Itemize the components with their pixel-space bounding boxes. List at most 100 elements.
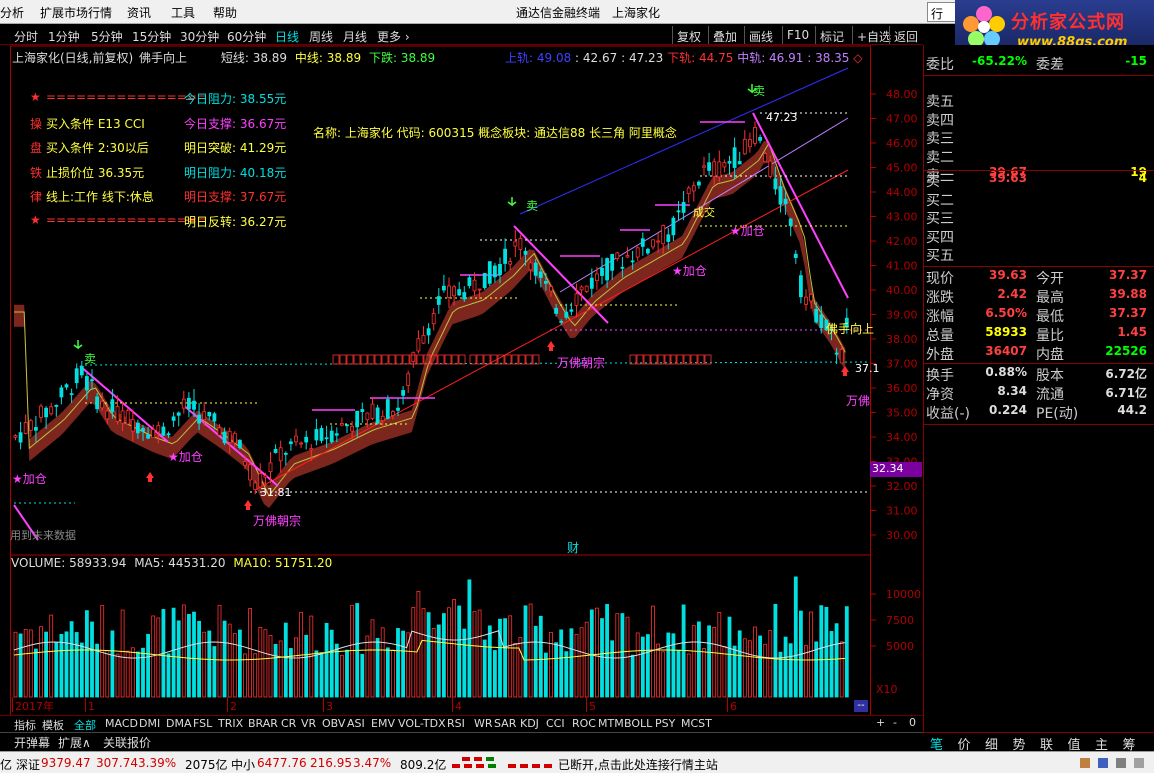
candle-body bbox=[793, 253, 798, 259]
menu-tools[interactable]: 工具 bbox=[171, 4, 195, 21]
zoom-reset-button[interactable]: 0 bbox=[909, 716, 916, 729]
period-tab-30min[interactable]: 30分钟 bbox=[180, 28, 219, 45]
back-button[interactable]: 返回 bbox=[889, 26, 922, 44]
buy-level-label: 买三 bbox=[926, 211, 954, 227]
connection-status[interactable]: 已断开,点击此处连接行情主站 bbox=[558, 756, 718, 773]
f10-button[interactable]: F10 bbox=[782, 26, 813, 44]
candle-body bbox=[355, 410, 360, 428]
candle-body bbox=[513, 241, 518, 247]
indicator-tab-rsi[interactable]: RSI bbox=[447, 717, 465, 730]
quote-mode-button[interactable]: 行情 bbox=[927, 2, 957, 38]
indicator-tab-指标[interactable]: 指标 bbox=[14, 717, 36, 733]
smallcap-change: 216.95 bbox=[310, 756, 352, 770]
indicator-tab-模板[interactable]: 模板 bbox=[42, 717, 64, 733]
indicator-tab-cr[interactable]: CR bbox=[281, 717, 296, 730]
candle-body bbox=[727, 161, 732, 164]
volume-bar bbox=[554, 642, 558, 698]
indicator-tab-brar[interactable]: BRAR bbox=[248, 717, 278, 730]
period-tab-daily[interactable]: 日线 bbox=[275, 28, 299, 45]
shenzhen-label: 深证 bbox=[16, 758, 41, 772]
menu-extended-market[interactable]: 扩展市场行情 bbox=[40, 4, 112, 21]
mark-button[interactable]: 标记 bbox=[815, 26, 848, 44]
stat-value: 44.2 bbox=[1117, 403, 1147, 417]
indicator-tab-obv[interactable]: OBV bbox=[322, 717, 345, 730]
period-tab-1min[interactable]: 1分钟 bbox=[48, 28, 80, 45]
period-tab-more[interactable]: 更多 › bbox=[377, 28, 410, 45]
indicator-tab-psy[interactable]: PSY bbox=[655, 717, 675, 730]
candle-body bbox=[401, 390, 406, 396]
indicator-tab-asi[interactable]: ASI bbox=[347, 717, 365, 730]
indicator-tab-dma[interactable]: DMA bbox=[166, 717, 192, 730]
indicator-tab-vol-tdx[interactable]: VOL-TDX bbox=[398, 717, 446, 730]
today-support: 今日支撑: 36.67元 bbox=[184, 116, 287, 131]
candle-body bbox=[676, 210, 681, 213]
volume-bar bbox=[457, 605, 462, 698]
candle-body bbox=[508, 261, 513, 265]
indicator-tab-sar[interactable]: SAR bbox=[494, 717, 516, 730]
candle-body bbox=[23, 422, 28, 434]
period-tab-15min[interactable]: 15分钟 bbox=[132, 28, 171, 45]
signal-box bbox=[395, 354, 403, 365]
zoom-out-button[interactable]: - bbox=[893, 716, 897, 729]
star-icon: ★ bbox=[30, 212, 41, 227]
volume-bar bbox=[595, 607, 599, 698]
volume-bar bbox=[253, 653, 258, 698]
mid-rail-value: 中轨: 46.91 bbox=[737, 51, 804, 65]
volume-bar bbox=[421, 608, 426, 698]
stat-value: 2.42 bbox=[997, 287, 1027, 301]
indicator-tab-全部[interactable]: 全部 bbox=[74, 717, 96, 733]
price-tick-label: 46.00 bbox=[886, 137, 918, 150]
period-tab-weekly[interactable]: 周线 bbox=[309, 28, 333, 45]
volume-bar bbox=[115, 653, 120, 698]
menu-analysis[interactable]: 分析 bbox=[0, 4, 24, 21]
info-icon-1: 操 bbox=[30, 116, 43, 131]
overlay-button[interactable]: 叠加 bbox=[708, 26, 741, 44]
indicator-tab-roc[interactable]: ROC bbox=[572, 717, 596, 730]
scroll-handle[interactable]: -- bbox=[854, 700, 868, 712]
expand-toggle[interactable]: 扩展∧ bbox=[58, 734, 91, 751]
indicator-tab-wr[interactable]: WR bbox=[474, 717, 493, 730]
indicator-tab-trix[interactable]: TRIX bbox=[218, 717, 243, 730]
menu-news[interactable]: 资讯 bbox=[127, 4, 151, 21]
sell-arrow-icon bbox=[73, 340, 83, 350]
indicator-tab-fsl[interactable]: FSL bbox=[193, 717, 212, 730]
indicator-tab-boll[interactable]: BOLL bbox=[624, 717, 652, 730]
menu-help[interactable]: 帮助 bbox=[213, 4, 237, 21]
indicator-tab-emv[interactable]: EMV bbox=[371, 717, 395, 730]
deal-label: 成交 bbox=[693, 206, 715, 219]
related-quotes-tab[interactable]: 关联报价 bbox=[103, 734, 151, 751]
indicator-tab-mtm[interactable]: MTM bbox=[598, 717, 624, 730]
sell-level-label: 卖三 bbox=[926, 131, 954, 147]
candle-body bbox=[406, 373, 411, 386]
price-tick-label: 30.00 bbox=[886, 529, 918, 542]
indicator-tab-kdj[interactable]: KDJ bbox=[520, 717, 539, 730]
volume-bar bbox=[523, 605, 528, 698]
zoom-in-button[interactable]: + bbox=[876, 716, 885, 729]
volume-bar bbox=[763, 643, 768, 698]
period-tab-monthly[interactable]: 月线 bbox=[343, 28, 367, 45]
finance-marker[interactable]: 财 bbox=[567, 539, 579, 556]
volume-bar bbox=[34, 648, 38, 698]
signal-box bbox=[643, 354, 651, 365]
volume-ma10: MA10: 51751.20 bbox=[233, 556, 333, 570]
indicator-tab-mcst[interactable]: MCST bbox=[681, 717, 712, 730]
adjust-button[interactable]: 复权 bbox=[672, 26, 705, 44]
signal-box bbox=[458, 354, 466, 365]
support-level-line bbox=[84, 361, 871, 366]
indicator-tab-vr[interactable]: VR bbox=[301, 717, 316, 730]
sell-level-label: 卖二 bbox=[926, 149, 954, 166]
indicator-tab-dmi[interactable]: DMI bbox=[139, 717, 160, 730]
volume-bar bbox=[732, 645, 737, 698]
volume-bar bbox=[600, 618, 604, 698]
indicator-tab-cci[interactable]: CCI bbox=[546, 717, 565, 730]
period-tab-intraday[interactable]: 分时 bbox=[14, 28, 38, 45]
period-tab-5min[interactable]: 5分钟 bbox=[91, 28, 123, 45]
danmaku-toggle[interactable]: 开弹幕 bbox=[14, 734, 50, 751]
indicator-tab-macd[interactable]: MACD bbox=[105, 717, 138, 730]
sell-arrow-icon bbox=[507, 197, 517, 207]
draw-line-button[interactable]: 画线 bbox=[744, 26, 777, 44]
signal-box bbox=[437, 354, 445, 365]
sell-level-row: 卖三 bbox=[924, 128, 1154, 147]
period-tab-60min[interactable]: 60分钟 bbox=[227, 28, 266, 45]
volume-bar bbox=[518, 637, 523, 698]
